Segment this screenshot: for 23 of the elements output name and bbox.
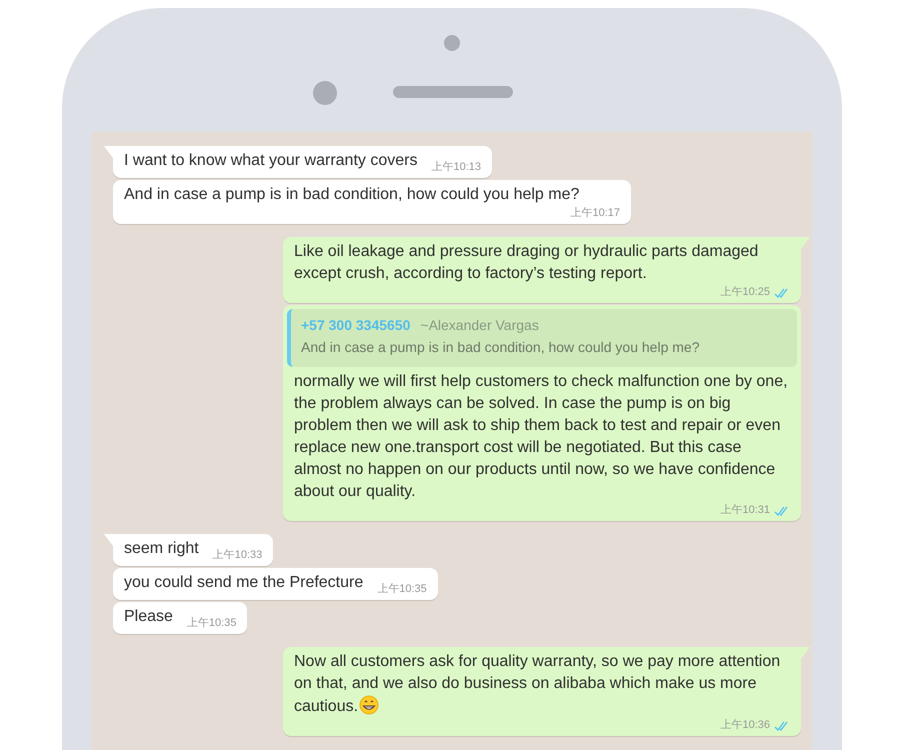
sensor-icon xyxy=(313,81,337,105)
message-time: 上午10:25 xyxy=(720,285,770,300)
message-text: Please xyxy=(124,607,173,627)
message-time: 上午10:35 xyxy=(377,582,427,597)
message-time: 上午10:17 xyxy=(570,206,620,221)
message-time: 上午10:36 xyxy=(720,718,770,733)
quoted-message[interactable]: +57 300 3345650 ~Alexander Vargas And in case a pump is in bad condition, how could you help me? xyxy=(287,309,797,367)
message-text: seem right xyxy=(124,539,199,559)
message-time: 上午10:35 xyxy=(186,616,236,631)
message-time: 上午10:33 xyxy=(212,548,262,563)
message-text: And in case a pump is in bad condition, how could you help me? xyxy=(124,185,580,205)
message-time: 上午10:31 xyxy=(720,503,770,518)
quoted-sender-phone: +57 300 3345650 xyxy=(301,316,410,335)
quoted-sender-name: ~Alexander Vargas xyxy=(420,316,539,335)
speaker-icon xyxy=(393,86,513,98)
camera-icon xyxy=(444,35,460,51)
message-text: Now all customers ask for quality warranty, so we pay more attention on that, and we also do business on alibaba which make us more cautious. xyxy=(294,652,782,717)
message-text: normally we will first help customers to check malfunction one by one, the problem always can be solved. In case the pump is on big problem then we will ask to ship them back to test and repair or even replace new one.transport cost will be negotiated. But this case almost no happen on our products until now, so we have confidence about our quality. xyxy=(294,372,789,502)
message-text: I want to know what your warranty covers xyxy=(124,151,418,171)
message-text: you could send me the Prefecture xyxy=(124,573,364,593)
message-text: Like oil leakage and pressure draging or hydraulic parts damaged except crush, according to factory’s testing report. xyxy=(294,242,760,284)
message-time: 上午10:13 xyxy=(431,160,481,175)
quoted-text: And in case a pump is in bad condition, how could you help me? xyxy=(301,338,700,357)
